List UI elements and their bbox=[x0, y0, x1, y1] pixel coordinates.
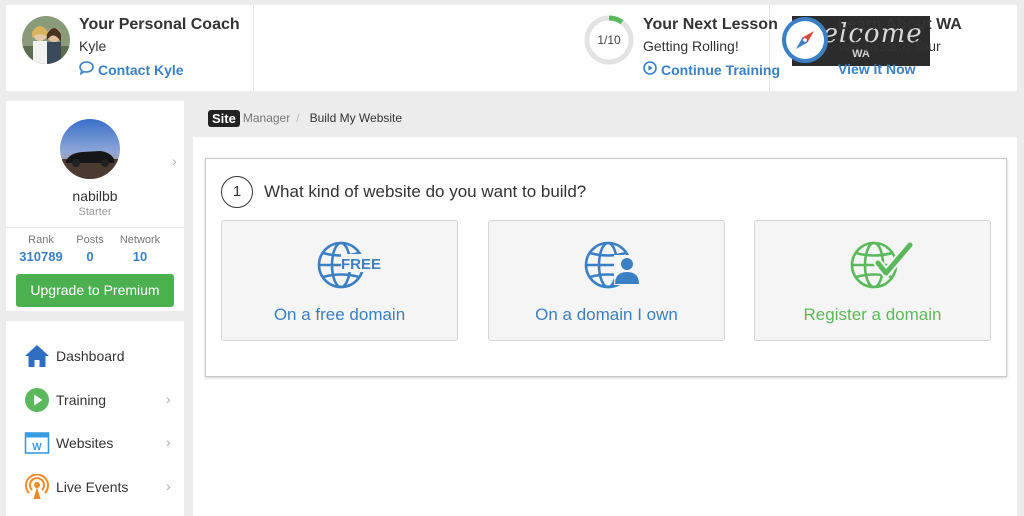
coach-name: Kyle bbox=[79, 38, 107, 54]
lesson-progress-ring: 1/10 bbox=[584, 15, 634, 65]
stat-value: 0 bbox=[86, 249, 94, 264]
upgrade-premium-button[interactable]: Upgrade to Premium bbox=[16, 274, 174, 307]
broadcast-icon bbox=[24, 473, 50, 500]
sidebar-item-label: Websites bbox=[56, 435, 114, 451]
site-manager-logo[interactable]: Site bbox=[208, 109, 240, 127]
option-free-domain[interactable]: FREE On a free domain bbox=[221, 220, 458, 341]
profile-chevron-right-icon[interactable]: › bbox=[172, 153, 177, 169]
globe-free-icon: FREE bbox=[315, 239, 381, 291]
option-label: Register a domain bbox=[803, 305, 942, 324]
question-text: What kind of website do you want to buil… bbox=[264, 182, 587, 201]
profile-card: › nabilbb Starter Rank 310789 Posts 0 Ne… bbox=[6, 101, 184, 311]
option-own-domain[interactable]: On a domain I own bbox=[488, 220, 725, 341]
user-avatar[interactable] bbox=[60, 119, 120, 179]
websites-icon: W bbox=[24, 430, 50, 456]
learn-subtitle: WA System Tour bbox=[838, 38, 941, 54]
stat-label: Network bbox=[119, 234, 161, 246]
stat-value: 10 bbox=[132, 249, 148, 264]
globe-check-icon bbox=[848, 239, 915, 291]
learn-section: Learn About WA WA System Tour View it No… bbox=[770, 5, 1017, 91]
breadcrumb-site-manager[interactable]: Manager bbox=[243, 111, 290, 125]
sidebar-item-label: Dashboard bbox=[56, 348, 125, 364]
play-icon bbox=[24, 387, 50, 413]
chevron-right-icon: › bbox=[166, 478, 171, 494]
sidebar-item-live-events[interactable]: Live Events › bbox=[6, 467, 184, 507]
top-bar: Your Personal Coach Kyle Contact Kyle 1/… bbox=[6, 5, 1017, 91]
stat-label: Rank bbox=[28, 234, 54, 246]
stat-rank[interactable]: Rank 310789 bbox=[13, 234, 69, 264]
contact-coach-label: Contact Kyle bbox=[98, 61, 184, 78]
chevron-right-icon: › bbox=[166, 391, 171, 407]
learn-title: Learn About WA bbox=[838, 16, 962, 33]
continue-training-label: Continue Training bbox=[661, 61, 780, 78]
membership-level: Starter bbox=[78, 206, 112, 218]
continue-training-link[interactable]: Continue Training bbox=[643, 61, 780, 78]
lesson-title: Your Next Lesson bbox=[643, 16, 778, 33]
lesson-section: 1/10 Your Next Lesson Getting Rolling! C… bbox=[254, 5, 930, 91]
sidebar-item-label: Training bbox=[56, 392, 107, 408]
stat-network[interactable]: Network 10 bbox=[112, 234, 168, 264]
coach-title: Your Personal Coach bbox=[79, 16, 240, 33]
option-label: On a free domain bbox=[273, 305, 406, 324]
globe-user-icon bbox=[582, 239, 640, 291]
lesson-subtitle: Getting Rolling! bbox=[643, 38, 739, 54]
stat-label: Posts bbox=[76, 234, 104, 246]
view-tour-link[interactable]: View it Now bbox=[838, 61, 916, 77]
option-label: On a domain I own bbox=[535, 305, 678, 324]
free-badge: FREE bbox=[341, 256, 381, 273]
lesson-progress-label: 1/10 bbox=[597, 33, 621, 47]
breadcrumb-current: Build My Website bbox=[309, 111, 403, 125]
stat-posts[interactable]: Posts 0 bbox=[62, 234, 118, 264]
sidebar-nav: Dashboard Training › W Websites › Live E… bbox=[6, 321, 184, 516]
breadcrumb-separator: / bbox=[296, 111, 300, 125]
option-register-domain[interactable]: Register a domain bbox=[754, 220, 991, 341]
stat-value: 310789 bbox=[19, 249, 63, 264]
step-number: 1 bbox=[221, 176, 253, 208]
chevron-right-icon: › bbox=[166, 434, 171, 450]
svg-text:W: W bbox=[32, 442, 42, 453]
profile-divider bbox=[6, 227, 184, 228]
coach-section: Your Personal Coach Kyle Contact Kyle bbox=[6, 5, 254, 91]
main-panel: 1 What kind of website do you want to bu… bbox=[193, 137, 1017, 516]
website-type-question: 1 What kind of website do you want to bu… bbox=[205, 158, 1007, 377]
coach-avatar[interactable] bbox=[22, 16, 70, 64]
sidebar-item-label: Live Events bbox=[56, 479, 129, 495]
sidebar-item-dashboard[interactable]: Dashboard bbox=[6, 336, 184, 376]
contact-coach-link[interactable]: Contact Kyle bbox=[79, 61, 184, 78]
sidebar-item-training[interactable]: Training › bbox=[6, 380, 184, 420]
compass-icon bbox=[780, 15, 830, 65]
breadcrumb: Site Manager / Build My Website bbox=[208, 109, 402, 127]
home-icon bbox=[24, 343, 50, 369]
chat-bubble-icon bbox=[79, 61, 94, 78]
username[interactable]: nabilbb bbox=[6, 188, 184, 204]
sidebar-item-websites[interactable]: W Websites › bbox=[6, 423, 184, 463]
play-circle-icon bbox=[643, 61, 657, 78]
